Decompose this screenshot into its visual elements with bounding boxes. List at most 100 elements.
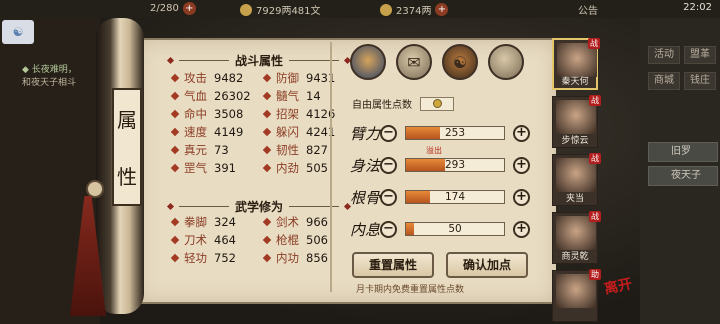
attribute-bar: 293: [405, 158, 505, 172]
stat-value: 966: [306, 215, 328, 229]
increase-button[interactable]: +: [513, 220, 530, 238]
character-card[interactable]: 助: [552, 269, 601, 322]
shop-button[interactable]: 商城: [648, 72, 680, 90]
stat-label: 躲闪: [276, 125, 299, 139]
gem-icon: [262, 91, 272, 101]
stat-label: 刀术: [184, 233, 207, 247]
stat-label: 枪棍: [276, 233, 299, 247]
martial-attr-title: 武学修为: [166, 198, 352, 215]
confirm-points-button[interactable]: 确认加点: [446, 252, 528, 278]
attribute-faces: ✉ ☯: [350, 44, 524, 80]
money-icon: [240, 3, 252, 16]
profile-avatar-button[interactable]: ☯: [2, 20, 34, 44]
character-card[interactable]: 步惊云 战: [552, 95, 601, 148]
gem-icon: [262, 163, 272, 173]
increase-button[interactable]: +: [513, 156, 530, 174]
stat-label: 内劲: [276, 161, 299, 175]
stat-row: 剑术 966: [262, 214, 356, 230]
stat-label: 髓气: [276, 89, 299, 103]
character-card[interactable]: 商灵乾 战: [552, 211, 601, 264]
add-coin-button[interactable]: +: [435, 3, 449, 16]
attribute-row: 根骨 − 174 +: [350, 182, 530, 212]
clock: 22:02: [683, 2, 712, 13]
stat-value: 9482: [214, 71, 244, 85]
character-card[interactable]: 夹当 战: [552, 153, 601, 206]
gem-icon: [170, 91, 180, 101]
attribute-row: 臂力 − 253 +: [350, 118, 530, 148]
gem-icon: [262, 127, 272, 137]
attribute-value: 253: [444, 127, 466, 139]
stamina-value: 2/280: [150, 3, 179, 14]
attribute-value: 50: [448, 223, 462, 235]
coin-value: 2374两: [396, 6, 432, 17]
stat-row: 罡气 391: [170, 160, 264, 176]
character-role-badge: 战: [589, 211, 601, 222]
decrease-button[interactable]: −: [380, 188, 397, 206]
stat-row: 招架 4126: [262, 106, 356, 122]
stat-value: 752: [214, 251, 236, 265]
gem-icon: [262, 253, 272, 263]
stat-row: 真元 73: [170, 142, 264, 158]
stat-value: 856: [306, 251, 328, 265]
announce-button[interactable]: 公告: [578, 2, 598, 17]
top-resource-bar: 2/280 + 7929两481文 2374两 + 公告 22:02: [0, 0, 720, 18]
stat-value: 3508: [214, 107, 244, 121]
stat-value: 324: [214, 215, 236, 229]
stat-row: 速度 4149: [170, 124, 264, 140]
scroll-knot: [86, 180, 104, 198]
quest-tag[interactable]: 夜天子: [648, 166, 718, 186]
constitution-face-icon[interactable]: ☯: [442, 44, 478, 80]
activity-button[interactable]: 活动: [648, 46, 680, 64]
stat-value: 4149: [214, 125, 244, 139]
character-name: 商灵乾: [561, 252, 589, 262]
increase-button[interactable]: +: [513, 188, 530, 206]
stat-label: 内功: [276, 251, 299, 265]
alliance-button[interactable]: 盟革: [684, 46, 716, 64]
stat-label: 速度: [184, 125, 207, 139]
stat-row: 拳脚 324: [170, 214, 264, 230]
gem-icon: [262, 73, 272, 83]
gem-icon: [262, 217, 272, 227]
stat-value: 505: [306, 161, 328, 175]
stat-row: 防御 9431: [262, 70, 356, 86]
combat-attr-title: 战斗属性: [166, 52, 352, 69]
decrease-button[interactable]: −: [380, 124, 397, 142]
gem-icon: [170, 109, 180, 119]
decrease-button[interactable]: −: [380, 156, 397, 174]
stat-label: 罡气: [184, 161, 207, 175]
gem-icon: [170, 253, 180, 263]
increase-button[interactable]: +: [513, 124, 530, 142]
bank-button[interactable]: 钱庄: [684, 72, 716, 90]
stat-row: 内劲 505: [262, 160, 356, 176]
stat-value: 73: [214, 143, 229, 157]
character-role-badge: 战: [589, 153, 601, 164]
attribute-value: 174: [444, 191, 466, 203]
gem-icon: [170, 235, 180, 245]
stat-value: 464: [214, 233, 236, 247]
add-stamina-button[interactable]: +: [182, 2, 196, 15]
reset-hint: 月卡期内免费重置属性点数: [356, 285, 465, 295]
attribute-bar: 174: [405, 190, 505, 204]
character-name: 夹当: [565, 194, 584, 204]
strength-face-icon[interactable]: [350, 44, 386, 80]
chat-line: 和夜天子相斗: [22, 78, 77, 88]
attribute-bar: 50: [405, 222, 505, 236]
stat-row: 髓气 14: [262, 88, 356, 104]
stat-value: 14: [306, 89, 321, 103]
stat-row: 命中 3508: [170, 106, 264, 122]
attribute-row: 内息 − 50 +: [350, 214, 530, 244]
decrease-button[interactable]: −: [380, 220, 397, 238]
breath-face-icon[interactable]: [488, 44, 524, 80]
attribute-name: 臂力: [350, 124, 381, 143]
stat-label: 轻功: [184, 251, 207, 265]
stat-row: 刀术 464: [170, 232, 264, 248]
gem-icon: [170, 73, 180, 83]
stat-value: 827: [306, 143, 328, 157]
character-card[interactable]: 秦天何 战: [552, 38, 600, 90]
stat-row: 攻击 9482: [170, 70, 264, 86]
stat-label: 攻击: [184, 71, 207, 85]
character-name: 步惊云: [561, 136, 589, 146]
agility-face-icon[interactable]: ✉: [396, 44, 432, 80]
quest-tag[interactable]: 旧罗: [648, 142, 718, 162]
reset-attributes-button[interactable]: 重置属性: [352, 252, 434, 278]
